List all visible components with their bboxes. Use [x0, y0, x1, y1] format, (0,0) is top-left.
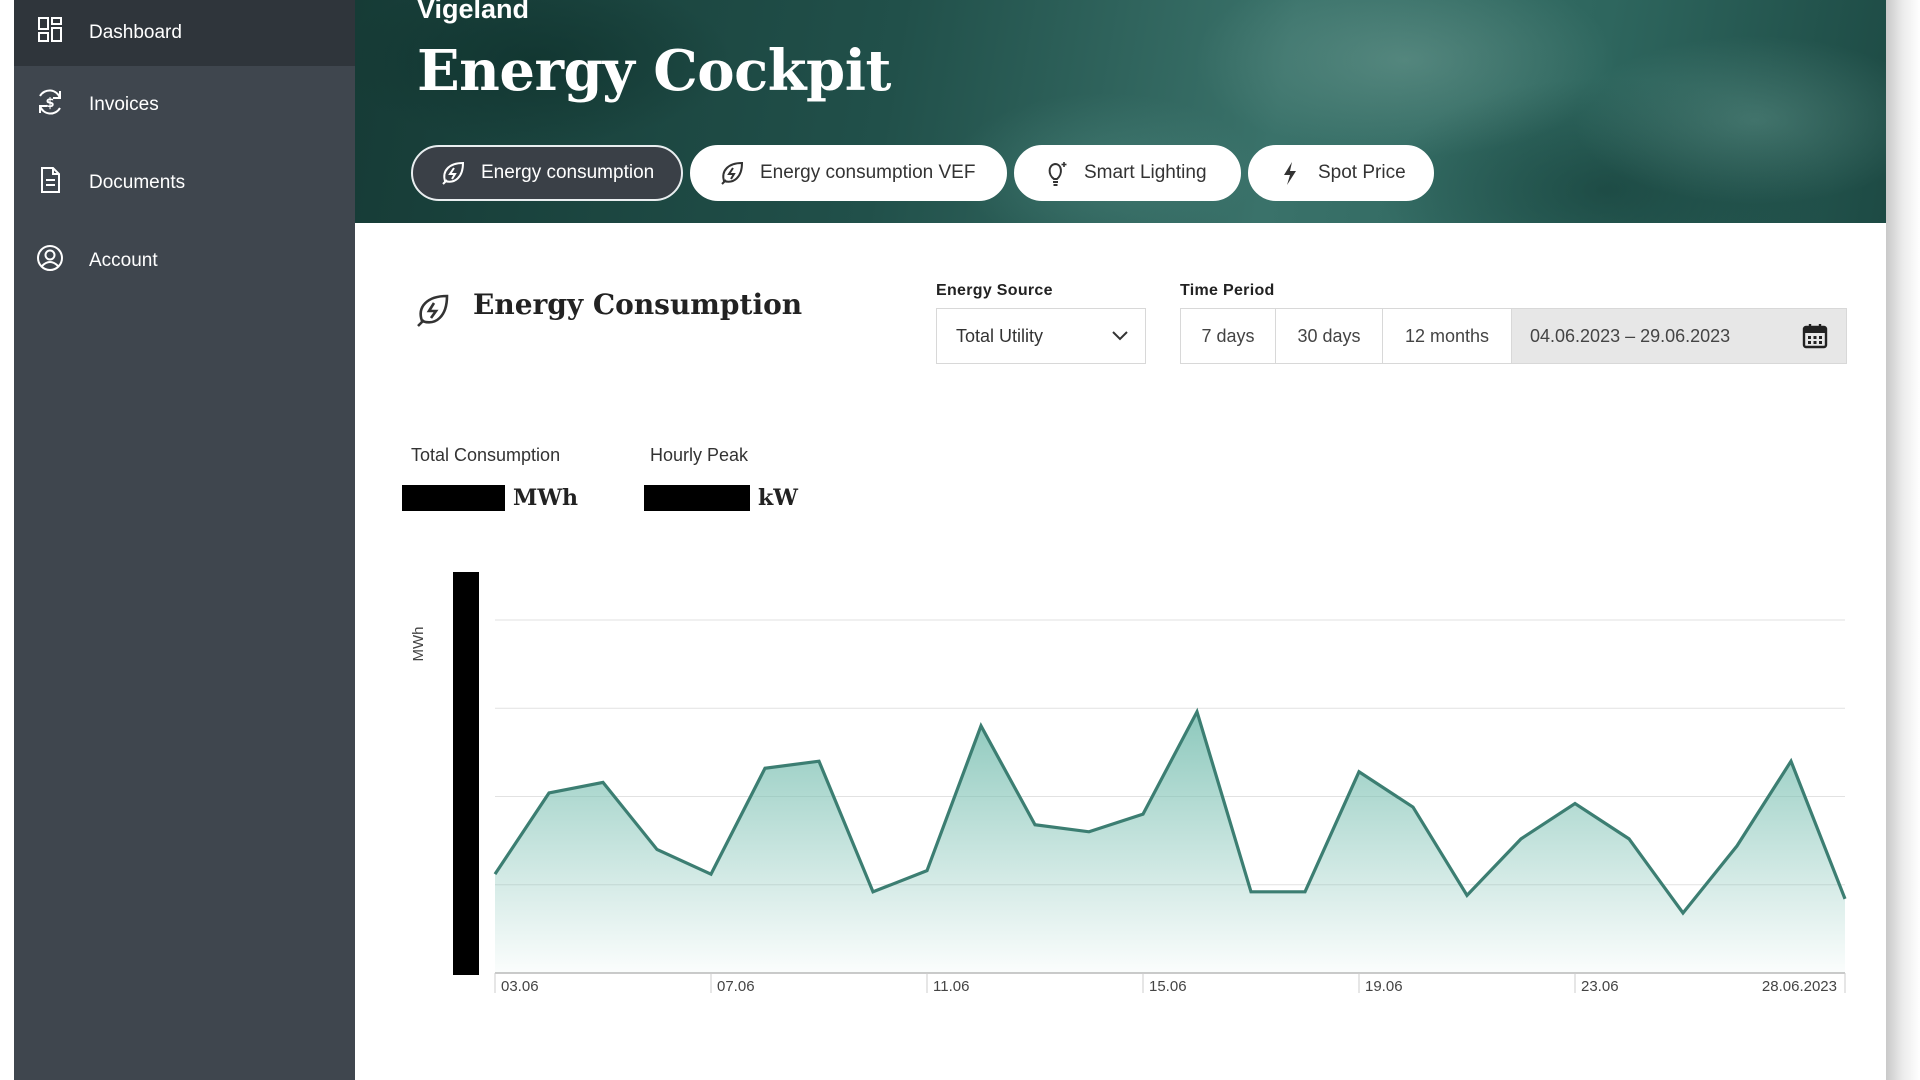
x-tick-label: 07.06 — [717, 978, 755, 995]
company-name: Vigeland — [417, 0, 530, 24]
sidebar-item-documents[interactable]: Documents — [14, 150, 355, 216]
x-tick-label: 19.06 — [1365, 978, 1403, 995]
sidebar-item-label: Documents — [89, 172, 186, 193]
total-consumption-label: Total Consumption — [411, 445, 561, 465]
leaf-bolt-icon — [721, 161, 744, 185]
sidebar-item-dashboard[interactable]: Dashboard — [14, 0, 355, 66]
y-axis-label: MWh — [410, 627, 427, 662]
hourly-peak-unit: kW — [758, 485, 798, 511]
sidebar-item-label: Account — [89, 250, 158, 271]
period-30-days-button[interactable]: 30 days — [1276, 309, 1383, 363]
x-tick-label: 28.06.2023 — [1762, 978, 1837, 995]
consumption-chart-svg: 03.06 07.06 11.06 15.06 19.06 23.06 28.06.2023… — [410, 572, 1847, 995]
redacted-y-axis — [453, 572, 479, 975]
time-period-label: Time Period — [1180, 282, 1275, 299]
consumption-area — [495, 711, 1845, 973]
sidebar-item-account[interactable]: Account — [14, 228, 355, 294]
consumption-chart: 03.06 07.06 11.06 15.06 19.06 23.06 28.06.2023… — [400, 560, 1860, 1000]
dashboard-icon — [38, 17, 62, 42]
sidebar-item-invoices[interactable]: $ Invoices — [14, 72, 355, 138]
x-tick-label: 11.06 — [933, 978, 969, 995]
tab-label: Spot Price — [1318, 162, 1406, 183]
tab-label: Energy consumption VEF — [760, 162, 976, 183]
x-tick-label: 03.06 — [501, 978, 539, 995]
period-12-months-button[interactable]: 12 months — [1383, 309, 1512, 363]
hourly-peak-label: Hourly Peak — [650, 445, 749, 465]
leaf-bolt-icon — [442, 161, 465, 185]
time-period-selector: 7 days 30 days 12 months 04.06.2023 – 29… — [1180, 308, 1847, 364]
sidebar-item-label: Dashboard — [89, 22, 182, 43]
page-edge — [1886, 0, 1920, 1080]
tab-bar: Energy consumption Energy consumption VE… — [411, 145, 1434, 201]
energy-source-select[interactable]: Total Utility — [936, 308, 1146, 364]
leaf-bolt-icon — [417, 294, 449, 327]
period-7-days-button[interactable]: 7 days — [1181, 309, 1276, 363]
redacted-value — [644, 485, 750, 511]
calendar-icon — [1802, 324, 1828, 349]
sidebar-item-label: Invoices — [89, 94, 159, 115]
invoices-icon: $ — [39, 89, 61, 115]
tab-energy-consumption[interactable]: Energy consumption — [411, 145, 683, 201]
sidebar: Dashboard $ Invoices Documents Account — [14, 0, 355, 1080]
tab-label: Smart Lighting — [1084, 162, 1207, 183]
tab-energy-consumption-vef[interactable]: Energy consumption VEF — [690, 145, 1007, 201]
energy-source-value: Total Utility — [956, 325, 1044, 346]
total-consumption-unit: MWh — [513, 485, 579, 511]
redacted-value — [402, 485, 505, 511]
x-tick-label: 15.06 — [1149, 978, 1187, 995]
svg-text:$: $ — [45, 96, 54, 111]
chevron-down-icon — [1112, 331, 1128, 341]
bolt-icon — [1284, 162, 1296, 185]
page-title: Energy Cockpit — [417, 38, 891, 104]
energy-source-label: Energy Source — [936, 282, 1053, 299]
bulb-icon — [1048, 162, 1067, 186]
header-banner: Vigeland Energy Cockpit Energy consumpti… — [355, 0, 1886, 223]
hourly-peak-value: kW — [644, 485, 798, 511]
tab-spot-price[interactable]: Spot Price — [1248, 145, 1434, 201]
tab-label: Energy consumption — [481, 162, 655, 183]
tab-smart-lighting[interactable]: Smart Lighting — [1014, 145, 1241, 201]
account-icon — [37, 245, 63, 271]
date-range-picker[interactable]: 04.06.2023 – 29.06.2023 — [1512, 309, 1846, 363]
x-tick-label: 23.06 — [1581, 978, 1619, 995]
date-range-value: 04.06.2023 – 29.06.2023 — [1530, 325, 1731, 346]
total-consumption-value: MWh — [402, 485, 578, 511]
document-icon — [41, 167, 60, 193]
section-title: Energy Consumption — [473, 288, 803, 321]
